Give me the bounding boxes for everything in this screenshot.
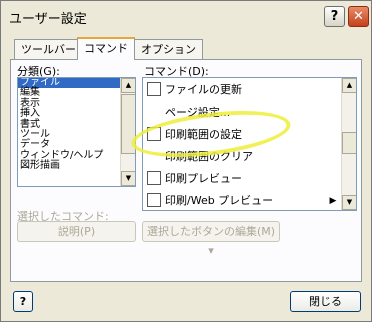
category-item-insert[interactable]: 挿入 [18,108,135,119]
scroll-down-icon[interactable]: ▼ [342,195,356,210]
scroll-up-icon[interactable]: ▲ [342,78,356,93]
category-item-drawing[interactable]: 図形描画 [18,160,135,171]
scroll-down-icon[interactable]: ▼ [121,171,135,186]
tab-commands[interactable]: コマンド [77,37,135,60]
blank-icon [147,149,161,163]
categories-scrollbar[interactable]: ▲ ▼ [120,78,135,186]
scroll-thumb[interactable] [121,94,135,154]
web-preview-icon [147,193,161,207]
help-icon[interactable]: ? [13,291,33,312]
command-item-print-preview[interactable]: 印刷プレビュー [147,169,327,189]
command-label: 印刷/Web プレビュー [165,194,274,207]
scroll-thumb[interactable] [342,132,356,154]
tab-toolbars[interactable]: ツールバー [14,39,83,59]
command-label: 印刷範囲のクリア [165,150,253,163]
command-label: 印刷範囲の設定 [165,128,242,141]
print-preview-icon [147,171,161,185]
refresh-file-icon [147,82,161,96]
dialog-title: ユーザー設定 [9,12,87,27]
command-label: ファイルの更新 [165,83,242,96]
submenu-arrow-icon: ▶ [329,196,337,206]
command-item-web-preview[interactable]: 印刷/Web プレビュー [147,191,327,210]
scroll-up-icon[interactable]: ▲ [121,78,135,93]
help-button[interactable]: ? [324,6,345,27]
command-label: ページ設定... [165,106,231,119]
modify-selection-button[interactable]: 選択したボタンの編集(M) ▾ [142,221,280,257]
commands-scrollbar[interactable]: ▲ ▼ [341,78,356,210]
print-area-icon [147,127,161,141]
close-button[interactable]: 閉じる [290,291,361,312]
command-label: 印刷プレビュー [165,172,242,185]
title-bar[interactable]: ユーザー設定 ? ✕ [1,1,371,31]
commands-listbox[interactable]: ファイルの更新 ページ設定... 印刷範囲の設定 印刷範囲のクリア 印刷プレビュ… [142,77,357,211]
tab-options[interactable]: オプション [134,39,203,59]
command-item-refresh-file[interactable]: ファイルの更新 [147,80,327,100]
description-button[interactable]: 説明(P) [17,221,136,242]
command-item-clear-print-area[interactable]: 印刷範囲のクリア [147,147,327,167]
blank-icon [147,105,161,119]
customize-dialog: ユーザー設定 ? ✕ ツールバー コマンド オプション 分類(G): ファイル … [0,0,372,322]
command-item-page-setup[interactable]: ページ設定... [147,103,327,123]
close-window-button[interactable]: ✕ [348,6,369,27]
command-item-set-print-area[interactable]: 印刷範囲の設定 [147,125,327,145]
categories-listbox[interactable]: ファイル 編集 表示 挿入 書式 ツール データ ウィンドウ/ヘルプ 図形描画 … [17,77,136,187]
